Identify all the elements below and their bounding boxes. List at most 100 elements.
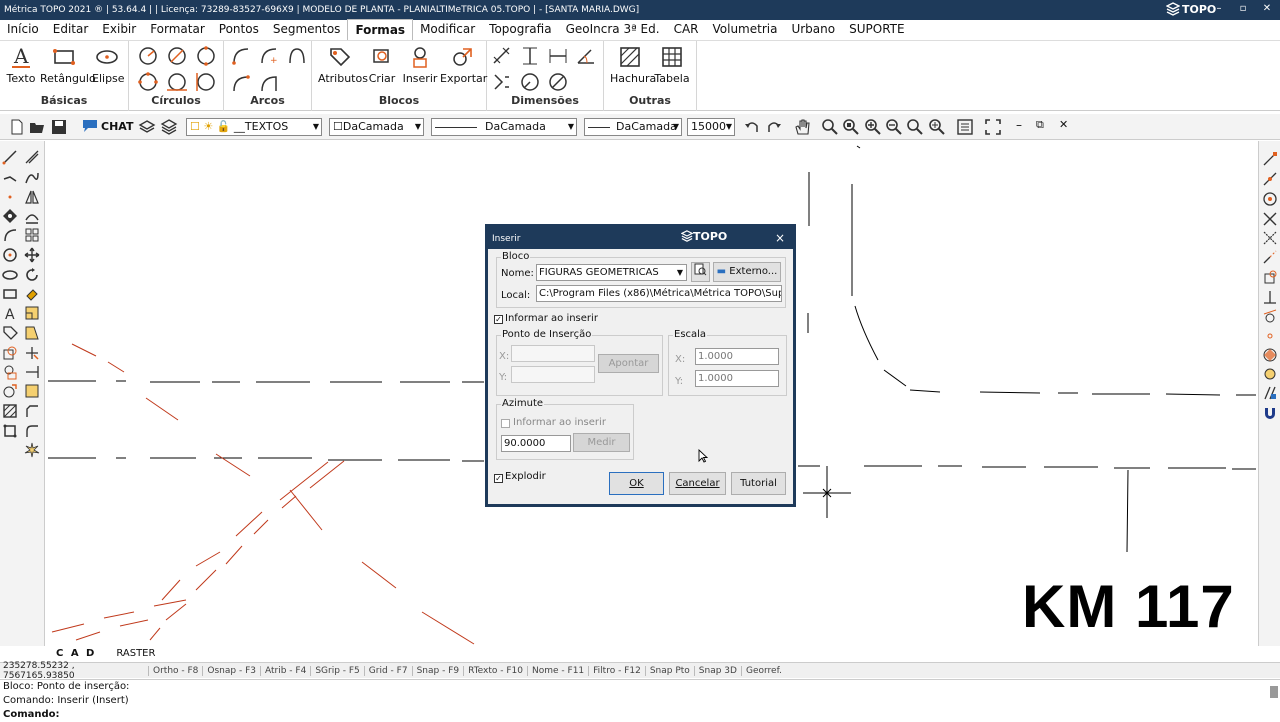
doc-minimize-button[interactable]: – (1016, 118, 1022, 132)
chat-button[interactable]: CHAT (82, 119, 133, 133)
tutorial-button[interactable]: Tutorial (731, 472, 786, 495)
atributos-button[interactable]: Atributos (318, 45, 368, 85)
properties-icon[interactable] (956, 118, 974, 136)
menu-item-segmentos[interactable]: Segmentos (266, 19, 348, 40)
region-icon[interactable] (2, 423, 18, 439)
multiline-icon[interactable] (24, 149, 40, 165)
hachura-button[interactable]: Hachura (610, 45, 656, 85)
menu-item-geoincra-3-ed-[interactable]: GeoIncra 3ª Ed. (559, 19, 667, 40)
snap-quadrant-icon[interactable] (1262, 347, 1278, 363)
retangulo-button[interactable]: Retângulo (40, 45, 96, 85)
escala-y-field[interactable]: 1.0000 (695, 370, 779, 387)
layer-states-icon[interactable] (160, 118, 178, 136)
color-select[interactable]: ☐DaCamada ▼ (329, 118, 424, 136)
ok-button[interactable]: OK (609, 472, 664, 495)
menu-item-in-cio[interactable]: Início (0, 19, 46, 40)
externo-button[interactable]: ▬ Externo... (713, 262, 781, 282)
block-export-icon[interactable] (2, 383, 18, 399)
zoom-window-icon[interactable] (821, 118, 839, 136)
texto-button[interactable]: A Texto (6, 45, 36, 85)
doc-close-button[interactable]: ✕ (1059, 118, 1068, 131)
snap-center-icon[interactable] (1262, 191, 1278, 207)
explode-icon[interactable] (24, 442, 40, 458)
dialog-title-bar[interactable]: Inserir TOPO × (488, 227, 793, 249)
dim-ordinate-icon[interactable] (491, 71, 513, 93)
rotate-icon[interactable] (24, 267, 40, 283)
scale-select[interactable]: 15000 ▼ (687, 118, 735, 136)
snap-apparent-icon[interactable] (1262, 230, 1278, 246)
local-path-field[interactable]: C:\Program Files (x86)\Métrica\Métrica T… (536, 285, 782, 302)
new-file-icon[interactable] (8, 118, 26, 136)
dialog-close-button[interactable]: × (775, 231, 785, 245)
status-toggle-ortho-f8[interactable]: Ortho - F8 (148, 665, 202, 676)
menu-item-formas[interactable]: Formas (347, 19, 414, 40)
browse-block-button[interactable] (691, 262, 710, 282)
arc-start-end-icon[interactable] (230, 71, 252, 93)
dim-aligned-icon[interactable] (491, 45, 513, 67)
menu-item-pontos[interactable]: Pontos (212, 19, 266, 40)
rectangle-tool-icon[interactable] (2, 286, 18, 302)
circle-ttr-icon[interactable] (195, 71, 217, 93)
save-icon[interactable] (50, 118, 68, 136)
zoom-out-icon[interactable] (885, 118, 903, 136)
hatch-tool-icon[interactable] (2, 403, 18, 419)
escala-x-field[interactable]: 1.0000 (695, 348, 779, 365)
snap-node-icon[interactable] (1262, 366, 1278, 382)
snap-tangent-icon[interactable] (1262, 308, 1278, 324)
status-toggle-sgrip-f5[interactable]: SGrip - F5 (310, 665, 363, 676)
snap-nearest-icon[interactable] (1262, 328, 1278, 344)
undo-icon[interactable] (743, 118, 761, 136)
circle-3-points-icon[interactable] (137, 71, 159, 93)
fillet-icon[interactable] (24, 423, 40, 439)
snap-parallel-icon[interactable] (1262, 385, 1278, 401)
arc-continue-icon[interactable] (286, 45, 308, 67)
line-icon[interactable] (2, 149, 18, 165)
linetype-select[interactable]: DaCamada ▼ (431, 118, 577, 136)
zoom-previous-icon[interactable] (906, 118, 924, 136)
minimize-button[interactable]: – (1212, 3, 1226, 14)
menu-item-car[interactable]: CAR (667, 19, 706, 40)
zoom-extents-icon[interactable] (928, 118, 946, 136)
point-icon[interactable] (2, 189, 18, 205)
dim-horizontal-icon[interactable] (547, 45, 569, 67)
close-window-button[interactable]: ✕ (1260, 3, 1274, 14)
apontar-button[interactable]: Apontar (598, 354, 659, 373)
exportar-bloco-button[interactable]: Exportar (440, 45, 487, 85)
trim-icon[interactable] (24, 345, 40, 361)
snap-point-icon[interactable] (2, 208, 18, 224)
block-name-select[interactable]: FIGURAS GEOMETRICAS ▼ (536, 264, 687, 281)
move-icon[interactable] (24, 247, 40, 263)
status-toggle-rtexto-f10[interactable]: RTexto - F10 (463, 665, 527, 676)
ponto-x-field[interactable] (511, 345, 595, 362)
zoom-in-icon[interactable] (864, 118, 882, 136)
menu-item-editar[interactable]: Editar (46, 19, 96, 40)
status-toggle-snap-3d[interactable]: Snap 3D (693, 665, 741, 676)
dim-radius-icon[interactable] (519, 71, 541, 93)
status-toggle-filtro-f12[interactable]: Filtro - F12 (588, 665, 645, 676)
status-toggle-osnap-f3[interactable]: Osnap - F3 (202, 665, 260, 676)
spline-icon[interactable] (24, 169, 40, 185)
status-toggle-nome-f11[interactable]: Nome - F11 (527, 665, 588, 676)
tabela-button[interactable]: Tabela (654, 45, 690, 85)
layers-icon[interactable] (138, 118, 156, 136)
menu-item-volumetria[interactable]: Volumetria (706, 19, 785, 40)
arc-angle-icon[interactable] (258, 71, 280, 93)
offset-icon[interactable] (24, 208, 40, 224)
fullscreen-icon[interactable] (984, 118, 1002, 136)
cancel-button[interactable]: Cancelar (669, 472, 726, 495)
status-toggle-snap-pto[interactable]: Snap Pto (644, 665, 694, 676)
ponto-y-field[interactable] (511, 366, 595, 383)
block-insert-icon[interactable] (2, 364, 18, 380)
layer-select[interactable]: ☐ ☀ 🔓 __TEXTOS ▼ (186, 118, 322, 136)
status-toggle-snap-f9[interactable]: Snap - F9 (411, 665, 464, 676)
arc-start-center-icon[interactable]: + (258, 45, 280, 67)
open-folder-icon[interactable] (28, 118, 46, 136)
explodir-checkbox[interactable]: ✓ (494, 474, 503, 483)
status-toggle-georref-[interactable]: Georref. (740, 665, 786, 676)
snap-perpendicular-icon[interactable] (1262, 289, 1278, 305)
snap-extension-icon[interactable] (1262, 249, 1278, 265)
elipse-button[interactable]: Elipse (92, 45, 125, 85)
menu-item-modificar[interactable]: Modificar (413, 19, 482, 40)
lineweight-select[interactable]: DaCamada ▼ (584, 118, 682, 136)
zoom-dynamic-icon[interactable] (842, 118, 860, 136)
